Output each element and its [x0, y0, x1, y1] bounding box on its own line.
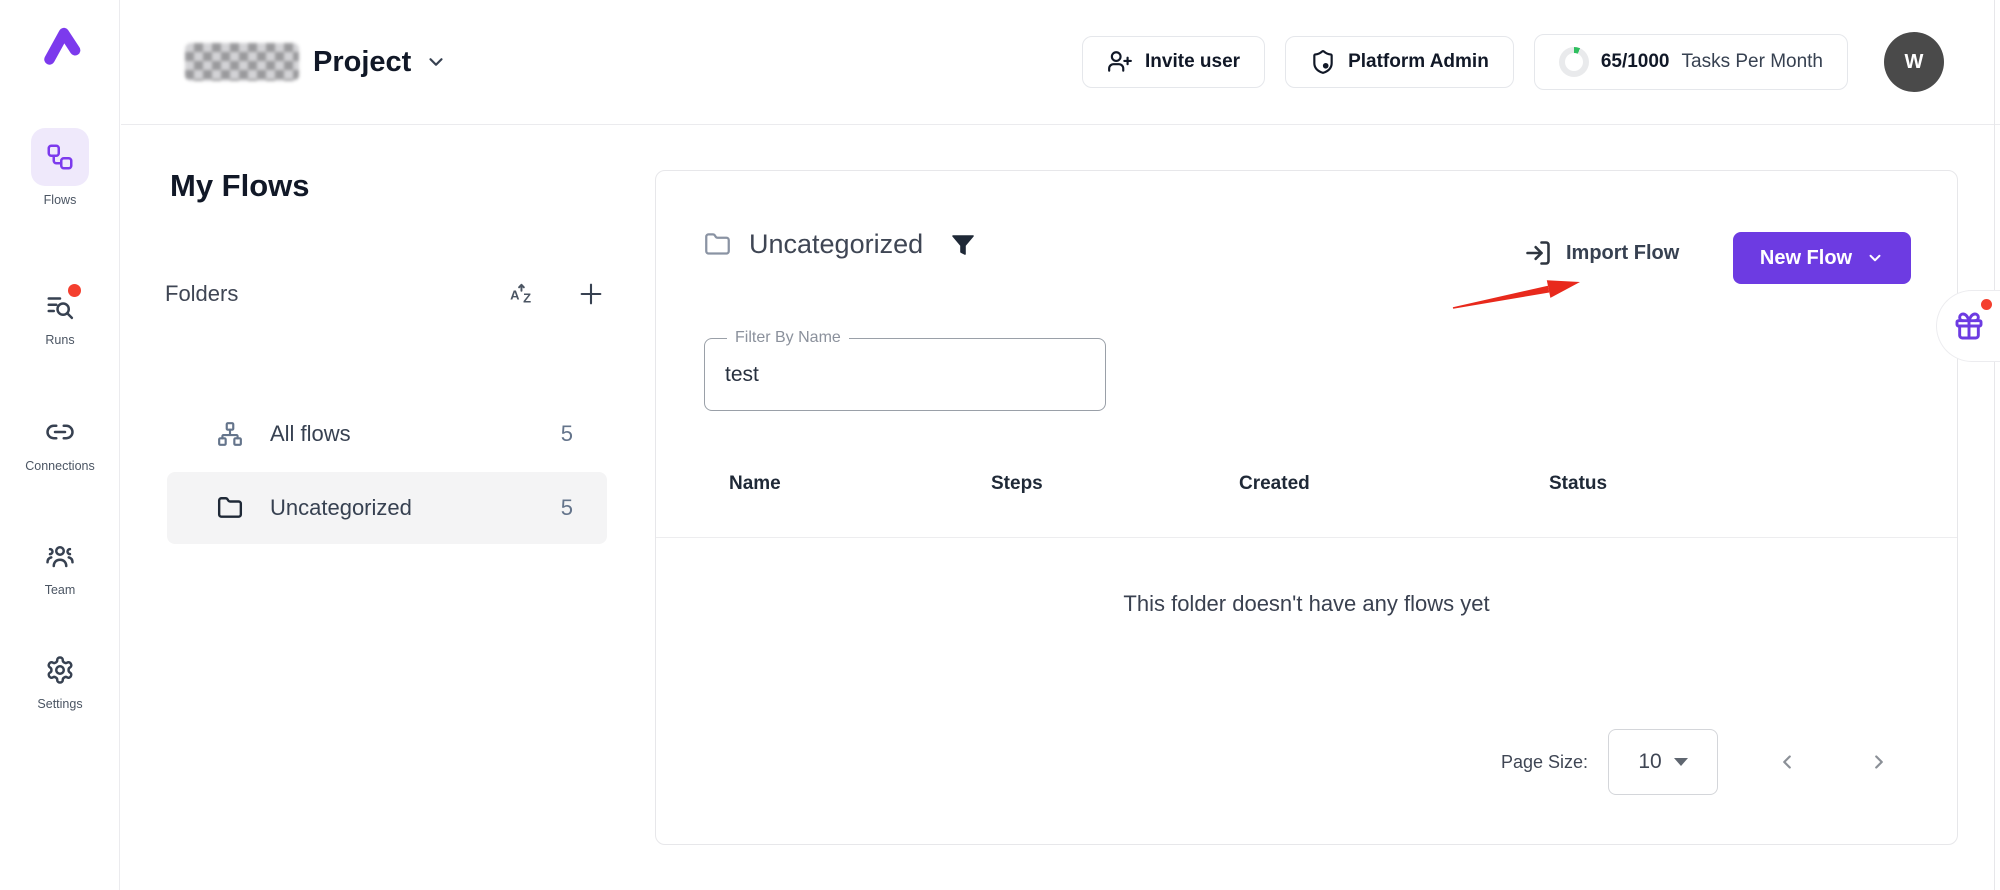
folder-name: Uncategorized [270, 495, 412, 521]
caret-down-icon [1674, 758, 1688, 766]
chevron-right-icon [1868, 751, 1890, 773]
flows-icon [45, 142, 75, 172]
sidebar-item-settings[interactable]: Settings [0, 650, 120, 711]
flows-card: Uncategorized Import Flow New Flow Filte… [655, 170, 1958, 845]
column-header-name: Name [729, 473, 781, 495]
gift-icon [1953, 310, 1985, 342]
rewards-tab[interactable] [1936, 290, 2000, 362]
sidebar-item-connections[interactable]: Connections [0, 412, 120, 473]
connections-icon [45, 417, 75, 447]
card-folder-title: Uncategorized [749, 229, 923, 260]
filter-by-name-field: Filter By Name [704, 338, 1106, 411]
team-icon [45, 541, 75, 571]
sidebar-item-label: Team [45, 583, 76, 597]
page-size-value: 10 [1638, 750, 1661, 774]
folder-item-all-flows[interactable]: All flows 5 [167, 398, 607, 470]
filter-by-name-input[interactable] [725, 353, 1085, 397]
sidebar-item-team[interactable]: Team [0, 536, 120, 597]
flows-table-header: Name Steps Created Status [656, 473, 1957, 513]
sidebar: Flows Runs Connections Team [0, 0, 120, 890]
sidebar-item-runs[interactable]: Runs [0, 286, 120, 347]
new-flow-button[interactable]: New Flow [1733, 232, 1911, 284]
settings-gear-icon [45, 655, 75, 685]
folder-count: 5 [561, 421, 573, 447]
sidebar-item-label: Connections [25, 459, 95, 473]
tasks-count: 65/1000 [1601, 51, 1670, 73]
project-name-suffix: Project [313, 46, 411, 79]
folder-count: 5 [561, 495, 573, 521]
folder-icon [704, 231, 731, 258]
filter-field-label: Filter By Name [727, 329, 849, 347]
new-flow-label: New Flow [1760, 247, 1852, 270]
add-folder-icon[interactable] [577, 280, 605, 308]
tasks-progress-ring-icon [1559, 47, 1589, 77]
platform-admin-label: Platform Admin [1348, 51, 1489, 73]
platform-admin-button[interactable]: Platform Admin [1285, 36, 1514, 88]
sidebar-item-label: Flows [44, 193, 77, 207]
import-flow-button[interactable]: Import Flow [1524, 239, 1679, 267]
app-logo[interactable] [0, 24, 120, 66]
page-size-label: Page Size: [1501, 752, 1588, 773]
filter-funnel-icon[interactable] [951, 233, 975, 257]
folder-icon [217, 495, 243, 521]
svg-text:Z: Z [523, 291, 531, 306]
avatar-initial: W [1905, 51, 1924, 74]
tasks-unit-label: Tasks Per Month [1682, 51, 1824, 73]
column-header-steps: Steps [991, 473, 1043, 495]
user-avatar[interactable]: W [1884, 32, 1944, 92]
folder-item-uncategorized[interactable]: Uncategorized 5 [167, 472, 607, 544]
redacted-project-name [185, 43, 299, 81]
chevron-down-icon [1866, 249, 1884, 267]
all-flows-hierarchy-icon [217, 421, 243, 447]
invite-user-button[interactable]: Invite user [1082, 36, 1265, 88]
previous-page-button[interactable] [1764, 739, 1810, 785]
sidebar-item-label: Runs [45, 333, 74, 347]
column-header-status: Status [1549, 473, 1607, 495]
page-title: My Flows [170, 168, 310, 204]
column-header-created: Created [1239, 473, 1310, 495]
empty-state-message: This folder doesn't have any flows yet [656, 591, 1957, 617]
import-icon [1524, 239, 1552, 267]
folders-header: Folders A Z [165, 280, 605, 308]
activepieces-logo-icon [39, 24, 81, 66]
chevron-left-icon [1776, 751, 1798, 773]
sidebar-item-flows[interactable]: Flows [0, 128, 120, 207]
import-flow-label: Import Flow [1566, 242, 1679, 265]
next-page-button[interactable] [1856, 739, 1902, 785]
tasks-usage-badge[interactable]: 65/1000 Tasks Per Month [1534, 34, 1848, 90]
top-header: Project Invite user Platform Admin 65/10… [121, 0, 2000, 125]
folder-name: All flows [270, 421, 351, 447]
runs-notification-dot [68, 284, 81, 297]
project-switcher[interactable]: Project [185, 43, 447, 81]
right-edge-divider [1994, 0, 1995, 890]
svg-text:A: A [510, 287, 520, 302]
shield-icon [1310, 49, 1336, 75]
table-divider [656, 537, 1957, 538]
rewards-notification-dot [1981, 299, 1992, 310]
sidebar-item-label: Settings [37, 697, 82, 711]
page-size-select[interactable]: 10 [1608, 729, 1718, 795]
chevron-down-icon [425, 51, 447, 73]
sort-az-icon[interactable]: A Z [509, 281, 535, 307]
pagination: Page Size: 10 [1501, 729, 1902, 795]
user-plus-icon [1107, 49, 1133, 75]
folders-section-label: Folders [165, 281, 238, 307]
invite-user-label: Invite user [1145, 51, 1240, 73]
